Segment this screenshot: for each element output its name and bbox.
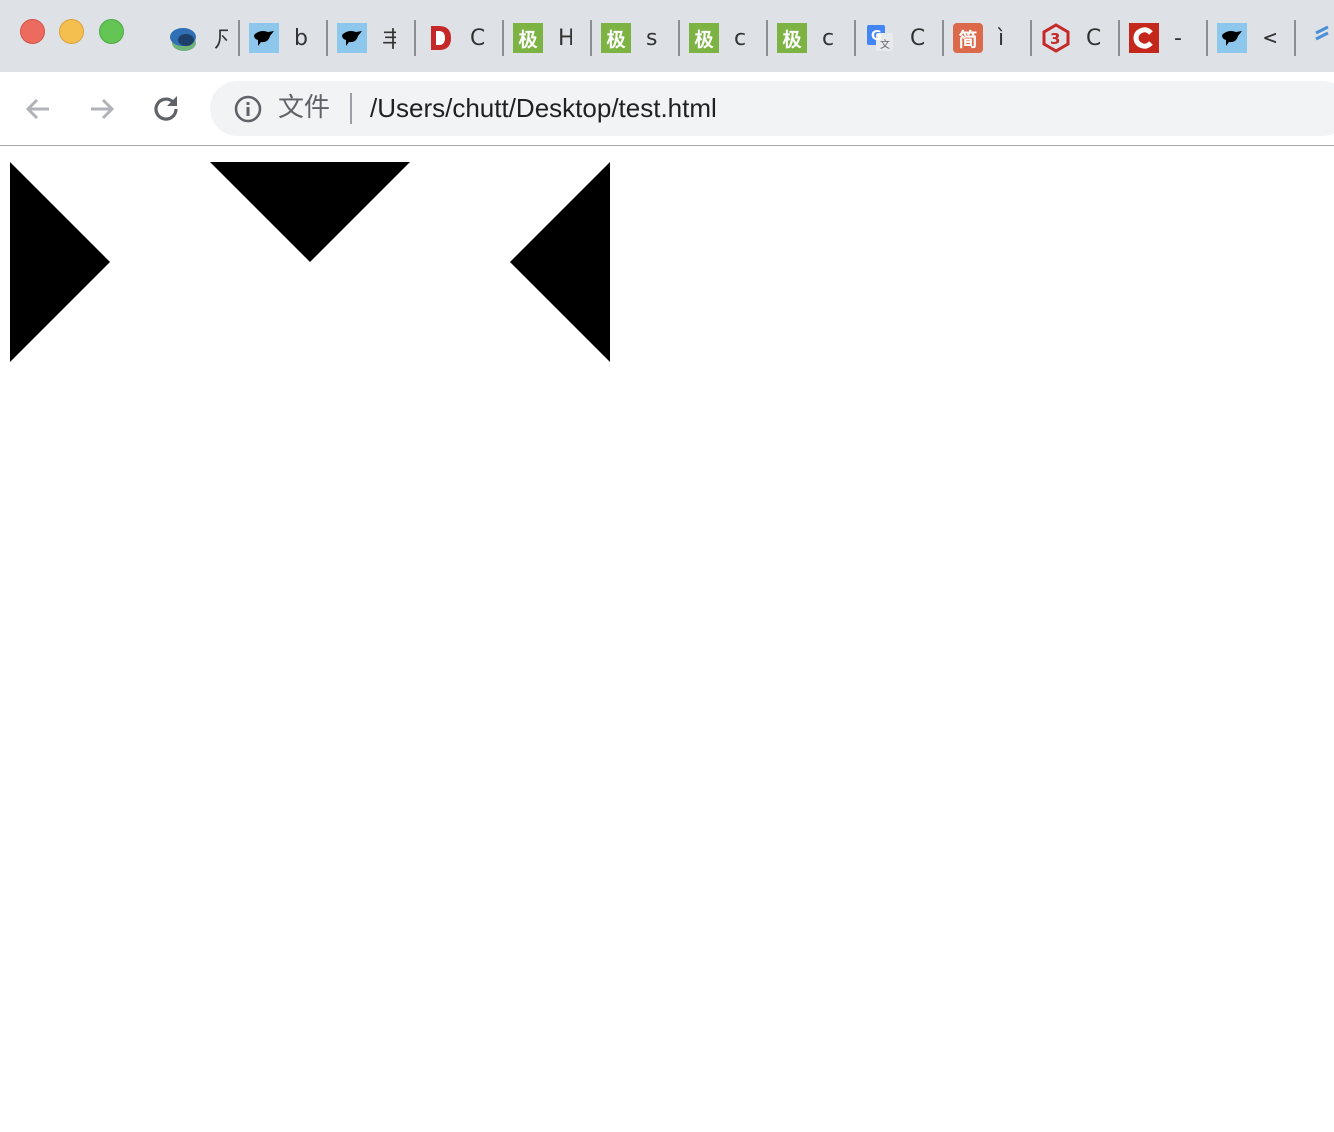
reload-button[interactable]: [149, 92, 183, 126]
svg-text:3: 3: [1050, 30, 1060, 48]
green-template-icon: 极: [688, 22, 720, 54]
tab-title: s: [646, 25, 658, 51]
red-3-logo-icon: 3: [1040, 22, 1072, 54]
eagle-logo-icon: [1216, 22, 1248, 54]
tab-title: 丰: [382, 28, 396, 53]
tab-title: <: [1262, 25, 1276, 51]
tab[interactable]: C: [416, 18, 504, 58]
minimize-window-button[interactable]: [59, 19, 84, 44]
tab[interactable]: 简 ì: [944, 18, 1032, 58]
info-icon[interactable]: [233, 94, 263, 124]
tab[interactable]: 极 c: [680, 18, 768, 58]
eagle-logo-icon: [336, 22, 368, 54]
triangle-down: [210, 162, 410, 262]
maximize-window-button[interactable]: [99, 19, 124, 44]
triangle-right: [10, 162, 110, 362]
tab-title: b: [294, 25, 308, 51]
svg-text:文: 文: [880, 38, 890, 51]
browser-window: 凡 b 丰 C 极 H 极 s 极 c 极 c G 文 C 简 ì 3 C - …: [0, 0, 1334, 1132]
red-d-logo-icon: [424, 22, 456, 54]
tab-title: c: [822, 25, 835, 51]
tab[interactable]: b: [240, 18, 328, 58]
tab[interactable]: 丰: [328, 18, 416, 58]
tab-title: -: [1174, 25, 1182, 51]
tab-title: C: [910, 25, 924, 51]
google-translate-icon: G 文: [864, 22, 896, 54]
tab[interactable]: 极 c: [768, 18, 856, 58]
partial-tab-icon: [1304, 22, 1334, 54]
tab-title: ì: [998, 25, 1005, 51]
green-template-icon: 极: [512, 22, 544, 54]
tab[interactable]: 极 s: [592, 18, 680, 58]
red-c-logo-icon: [1128, 22, 1160, 54]
tab[interactable]: <: [1208, 18, 1296, 58]
url-text[interactable]: /Users/chutt/Desktop/test.html: [370, 91, 717, 125]
tab[interactable]: 凡: [160, 18, 240, 58]
arrow-left-icon: [25, 98, 49, 120]
forward-button[interactable]: [85, 92, 119, 126]
close-window-button[interactable]: [20, 19, 45, 44]
tab-title: c: [734, 25, 747, 51]
page-content: [0, 146, 1334, 1132]
triangle-left: [510, 162, 610, 362]
tab-list: 凡 b 丰 C 极 H 极 s 极 c 极 c G 文 C 简 ì 3 C - …: [160, 18, 1334, 58]
address-divider: [350, 93, 352, 124]
jianshu-icon: 简: [952, 22, 984, 54]
tab-strip: 凡 b 丰 C 极 H 极 s 极 c 极 c G 文 C 简 ì 3 C - …: [0, 0, 1334, 72]
tab-title: 凡: [214, 28, 228, 53]
address-bar[interactable]: 文件 /Users/chutt/Desktop/test.html: [210, 81, 1334, 136]
tab[interactable]: 3 C: [1032, 18, 1120, 58]
back-button[interactable]: [21, 92, 55, 126]
eagle-logo-icon: [248, 22, 280, 54]
tab-title: H: [558, 25, 572, 51]
scheme-label: 文件: [278, 93, 331, 123]
layers-logo-icon: [168, 22, 200, 54]
tab[interactable]: [1296, 18, 1334, 58]
tab[interactable]: G 文 C: [856, 18, 944, 58]
reload-icon: [154, 96, 178, 121]
tab-title: C: [470, 25, 484, 51]
green-template-icon: 极: [600, 22, 632, 54]
green-template-icon: 极: [776, 22, 808, 54]
tab[interactable]: 极 H: [504, 18, 592, 58]
tab[interactable]: -: [1120, 18, 1208, 58]
arrow-right-icon: [91, 98, 115, 120]
tab-title: C: [1086, 25, 1100, 51]
browser-toolbar: 文件 /Users/chutt/Desktop/test.html: [0, 72, 1334, 146]
